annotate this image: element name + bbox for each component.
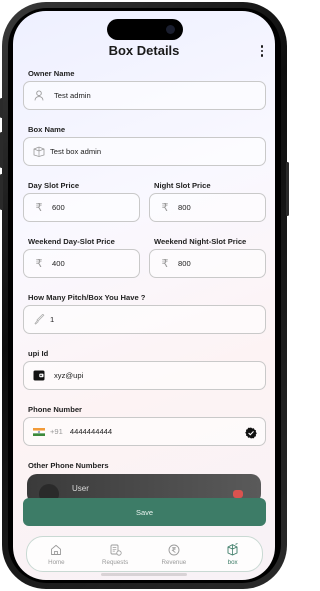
app-screen: Box Details Owner Name Test admin Box Na… [13, 11, 275, 580]
box-name-value: Test box admin [50, 147, 102, 156]
tab-requests[interactable]: Requests [90, 543, 140, 566]
tab-requests-label: Requests [102, 558, 129, 566]
rupee-icon: ₹ [35, 258, 43, 270]
rupee-circle-icon [167, 543, 181, 557]
weekend-night-slot-price-label: Weekend Night-Slot Price [154, 237, 247, 246]
night-slot-price-value: 800 [178, 203, 191, 212]
home-indicator [101, 573, 187, 576]
owner-name-label: Owner Name [28, 69, 75, 78]
rupee-icon: ₹ [161, 202, 169, 214]
volume-up-button [0, 132, 3, 168]
owner-name-value: Test admin [54, 91, 91, 100]
pitch-count-label: How Many Pitch/Box You Have ? [28, 293, 146, 302]
day-slot-price-value: 600 [52, 203, 65, 212]
phone-number-field[interactable]: +91 4444444444 [23, 417, 266, 446]
power-button [286, 162, 289, 216]
owner-name-field[interactable]: Test admin [23, 81, 266, 110]
weekend-day-slot-price-value: 400 [52, 259, 65, 268]
requests-icon [108, 543, 122, 557]
weekend-night-slot-price-value: 800 [178, 259, 191, 268]
night-slot-price-label: Night Slot Price [154, 181, 211, 190]
night-slot-price-field[interactable]: ₹ 800 [149, 193, 266, 222]
wallet-icon [32, 369, 46, 383]
upi-id-label: upi Id [28, 349, 49, 358]
home-icon [49, 543, 63, 557]
tab-box[interactable]: box [208, 543, 258, 566]
upi-id-field[interactable]: xyz@upi [23, 361, 266, 390]
volume-down-button [0, 174, 3, 210]
weekend-night-slot-price-field[interactable]: ₹ 800 [149, 249, 266, 278]
page-title: Box Details [108, 43, 180, 58]
stadium-icon [32, 145, 46, 159]
tab-revenue[interactable]: Revenue [149, 543, 199, 566]
pitch-count-value: 1 [50, 315, 55, 324]
other-phone-numbers-label: Other Phone Numbers [28, 461, 109, 470]
other-user-name: User [72, 484, 89, 493]
pitch-count-field[interactable]: 1 [23, 305, 266, 334]
rupee-icon: ₹ [161, 258, 169, 270]
weekend-day-slot-price-field[interactable]: ₹ 400 [23, 249, 140, 278]
weekend-day-slot-price-label: Weekend Day-Slot Price [28, 237, 115, 246]
silent-switch [0, 98, 3, 118]
tab-revenue-label: Revenue [161, 558, 187, 566]
dynamic-island [107, 19, 183, 40]
bat-icon [32, 313, 46, 327]
bottom-tab-bar: Home Requests Revenue box [26, 536, 263, 572]
box-name-field[interactable]: Test box admin [23, 137, 266, 166]
camera-icon [166, 25, 175, 34]
tab-home-label: Home [48, 558, 65, 566]
phone-number-label: Phone Number [28, 405, 83, 414]
kebab-menu-icon[interactable] [259, 45, 265, 57]
tab-home[interactable]: Home [31, 543, 81, 566]
phone-number-value: 4444444444 [69, 427, 113, 436]
verified-check-icon [245, 426, 257, 444]
tab-box-label: box [227, 558, 238, 566]
country-code: +91 [50, 427, 63, 436]
upi-id-value: xyz@upi [54, 371, 84, 380]
day-slot-price-field[interactable]: ₹ 600 [23, 193, 140, 222]
box-icon [226, 543, 240, 557]
delete-badge-icon[interactable] [233, 490, 243, 498]
box-name-label: Box Name [28, 125, 66, 134]
user-icon [32, 89, 46, 103]
rupee-icon: ₹ [35, 202, 43, 214]
save-button[interactable]: Save [23, 498, 266, 526]
india-flag-icon [32, 425, 46, 439]
day-slot-price-label: Day Slot Price [28, 181, 80, 190]
